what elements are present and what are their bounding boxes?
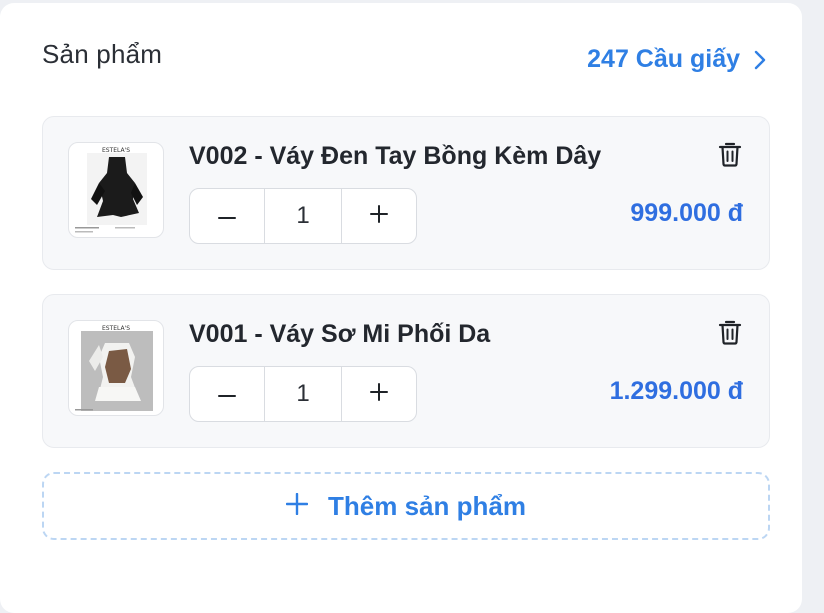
product-item: ESTELA'S V002 - Váy Đen Tay Bồng Kèm Dây xyxy=(42,116,770,270)
quantity-stepper: 1 xyxy=(189,366,417,422)
quantity-stepper: 1 xyxy=(189,188,417,244)
minus-icon xyxy=(218,385,236,403)
plus-icon xyxy=(370,382,388,406)
product-name: V001 - Váy Sơ Mi Phối Da xyxy=(189,320,491,348)
increase-quantity-button[interactable] xyxy=(342,189,416,243)
store-link-label: 247 Cầu giấy xyxy=(587,45,740,73)
thumb-brand-text: ESTELA'S xyxy=(101,325,131,332)
product-thumbnail[interactable]: ESTELA'S xyxy=(68,320,164,416)
chevron-right-icon xyxy=(754,50,766,70)
decrease-quantity-button[interactable] xyxy=(190,367,265,421)
quantity-value[interactable]: 1 xyxy=(265,189,342,243)
product-name: V002 - Váy Đen Tay Bồng Kèm Dây xyxy=(189,142,602,170)
trash-icon xyxy=(718,319,742,350)
product-price: 1.299.000 đ xyxy=(609,377,743,405)
add-product-button[interactable]: Thêm sản phẩm xyxy=(42,472,770,540)
plus-icon xyxy=(285,491,309,522)
section-title: Sản phẩm xyxy=(42,39,163,69)
increase-quantity-button[interactable] xyxy=(342,367,416,421)
product-thumbnail[interactable]: ESTELA'S xyxy=(68,142,164,238)
thumb-brand-text: ESTELA'S xyxy=(101,147,131,154)
decrease-quantity-button[interactable] xyxy=(190,189,265,243)
delete-button[interactable] xyxy=(715,319,745,349)
plus-icon xyxy=(370,204,388,228)
products-card: Sản phẩm 247 Cầu giấy ESTELA'S V002 - Vá… xyxy=(0,3,802,613)
store-link[interactable]: 247 Cầu giấy xyxy=(587,45,766,74)
minus-icon xyxy=(218,207,236,225)
product-item: ESTELA'S V001 - Váy Sơ Mi Phối Da 1 1.29… xyxy=(42,294,770,448)
product-price: 999.000 đ xyxy=(630,199,743,227)
quantity-value[interactable]: 1 xyxy=(265,367,342,421)
trash-icon xyxy=(718,141,742,172)
delete-button[interactable] xyxy=(715,141,745,171)
add-product-label: Thêm sản phẩm xyxy=(328,490,526,521)
